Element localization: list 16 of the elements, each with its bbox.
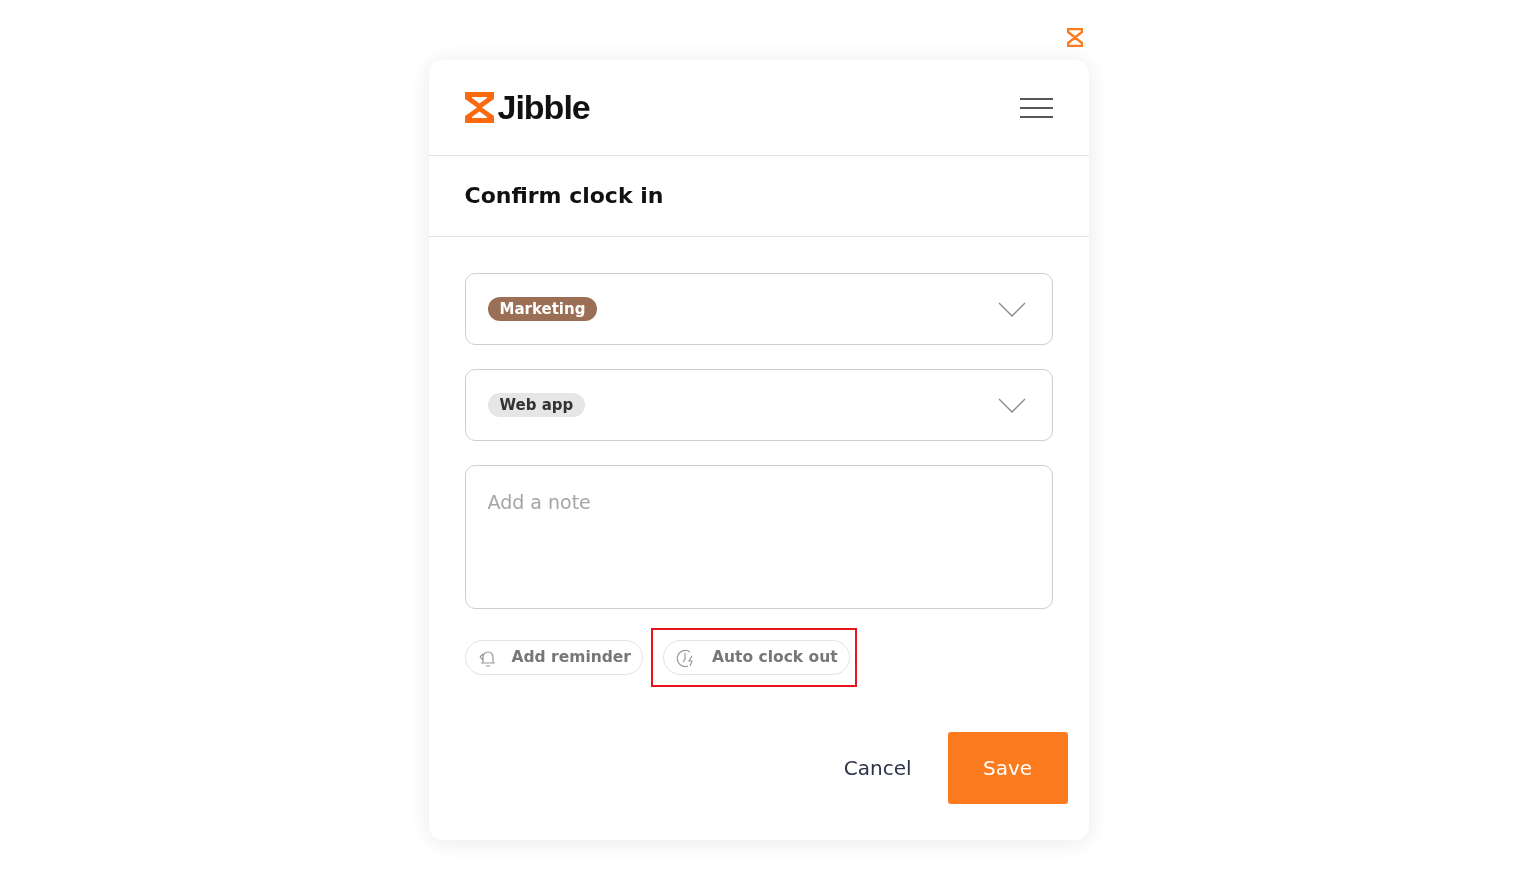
chip-button[interactable]: Auto clock out [663, 640, 850, 676]
chevron-down-icon [997, 301, 1026, 317]
save-button[interactable]: Save [947, 732, 1068, 804]
note-field[interactable]: Add a note [464, 465, 1053, 609]
hourglass-logo-icon [464, 92, 494, 123]
chip-button[interactable]: Add reminder [464, 640, 643, 676]
cancel-button[interactable]: Cancel [807, 753, 948, 783]
select-field[interactable]: Marketing [464, 273, 1053, 345]
select-field[interactable]: Web app [464, 369, 1053, 441]
menu-icon[interactable] [1019, 97, 1053, 118]
dialog-title: Confirm clock in [428, 156, 1089, 237]
chevron-down-icon [997, 397, 1026, 413]
tag: Web app [487, 392, 586, 418]
hourglass-icon [1066, 28, 1083, 47]
tag: Marketing [487, 296, 598, 322]
brand-name: Jibble [497, 87, 590, 128]
